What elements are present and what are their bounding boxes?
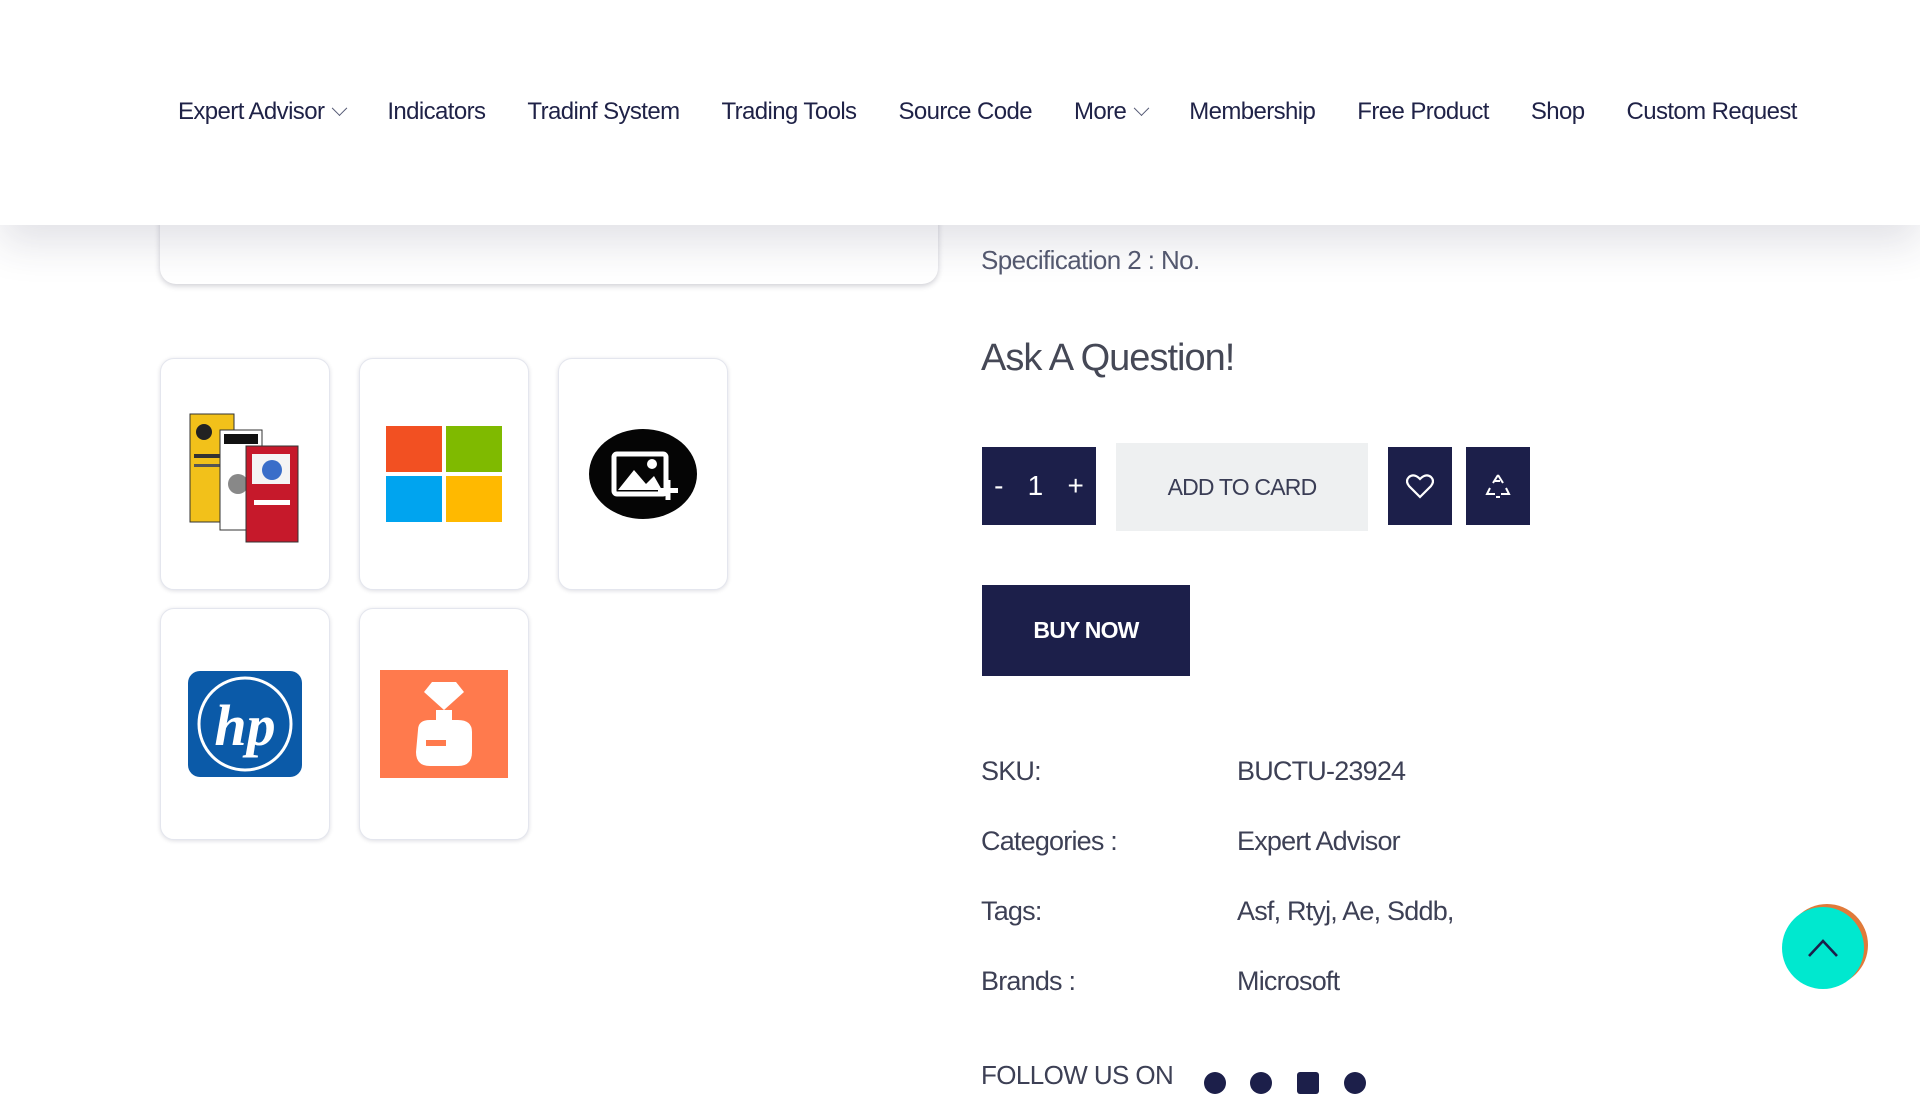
- nav-item-trading-tools[interactable]: Trading Tools: [721, 98, 858, 126]
- tags-value[interactable]: Asf, Rtyj, Ae, Sddb,: [1237, 896, 1454, 927]
- hp-logo-icon: hp: [188, 671, 302, 777]
- microsoft-logo-icon: [386, 426, 502, 522]
- nav-item-free-product[interactable]: Free Product: [1357, 98, 1489, 126]
- nav-item-indicators[interactable]: Indicators: [387, 98, 486, 126]
- specification-2: Specification 2 : No.: [981, 245, 1200, 275]
- compare-button[interactable]: [1466, 447, 1530, 525]
- sku-value: BUCTU-23924: [1237, 756, 1406, 786]
- nav-item-more[interactable]: More: [1073, 98, 1150, 126]
- thumbnail[interactable]: [359, 608, 529, 840]
- nav-item-label: More: [1073, 98, 1127, 125]
- nav-item-label: Membership: [1189, 98, 1316, 125]
- facebook-icon[interactable]: [1204, 1072, 1226, 1094]
- brands-value[interactable]: Microsoft: [1237, 966, 1340, 997]
- decrement-button[interactable]: -: [994, 470, 1003, 502]
- nav-item-label: Source Code: [898, 98, 1032, 125]
- nav-item-label: Tradinf System: [527, 98, 680, 125]
- categories-label: Categories :: [981, 826, 1118, 856]
- chevron-down-icon: [332, 99, 348, 116]
- nav-item-source-code[interactable]: Source Code: [898, 98, 1032, 126]
- nav-item-label: Shop: [1530, 98, 1585, 125]
- software-boxes-icon: [189, 413, 299, 543]
- add-image-icon: [589, 429, 697, 519]
- site-header: Expert Advisor Indicators Tradinf System…: [0, 0, 1920, 225]
- nav-item-label: Free Product: [1357, 98, 1489, 125]
- nav-item-custom-request[interactable]: Custom Request: [1626, 98, 1797, 126]
- thumbnail[interactable]: [160, 358, 330, 590]
- nav-item-label: Custom Request: [1626, 98, 1797, 125]
- thumbnail[interactable]: [558, 358, 728, 590]
- categories-value[interactable]: Expert Advisor: [1237, 826, 1401, 857]
- add-to-cart-button[interactable]: ADD TO CARD: [1116, 443, 1368, 531]
- nav-item-expert-advisor[interactable]: Expert Advisor: [178, 98, 348, 126]
- scroll-to-top-button[interactable]: [1782, 907, 1864, 989]
- thumbnail[interactable]: hp: [160, 608, 330, 840]
- main-nav: Expert Advisor Indicators Tradinf System…: [178, 92, 1839, 132]
- sku-label: SKU:: [981, 756, 1042, 786]
- nav-item-membership[interactable]: Membership: [1189, 98, 1316, 126]
- linkedin-icon[interactable]: [1297, 1072, 1319, 1094]
- chevron-down-icon: [1133, 99, 1150, 116]
- increment-button[interactable]: +: [1067, 470, 1083, 502]
- chevron-up-icon: [1808, 939, 1838, 957]
- quantity-value[interactable]: 1: [1028, 470, 1044, 502]
- recycle-icon: [1485, 474, 1511, 498]
- ask-question-heading[interactable]: Ask A Question!: [981, 337, 1235, 380]
- follow-us-label: FOLLOW US ON: [981, 1060, 1174, 1090]
- brands-label: Brands :: [981, 966, 1076, 996]
- thumbnail[interactable]: [359, 358, 529, 590]
- svg-text:hp: hp: [214, 693, 275, 758]
- nav-item-trading-system[interactable]: Tradinf System: [527, 98, 680, 126]
- instagram-icon[interactable]: [1250, 1072, 1272, 1094]
- buy-now-button[interactable]: BUY NOW: [982, 585, 1190, 676]
- wishlist-button[interactable]: [1388, 447, 1452, 525]
- quantity-stepper: - 1 +: [982, 447, 1096, 525]
- tags-label: Tags:: [981, 896, 1042, 926]
- heart-icon: [1406, 474, 1434, 499]
- nav-item-label: Expert Advisor: [178, 98, 325, 125]
- nav-item-label: Indicators: [387, 98, 486, 125]
- twitter-icon[interactable]: [1344, 1072, 1366, 1094]
- nav-item-label: Trading Tools: [721, 98, 858, 125]
- nav-item-shop[interactable]: Shop: [1531, 98, 1585, 126]
- perfume-bottle-icon: [380, 670, 508, 778]
